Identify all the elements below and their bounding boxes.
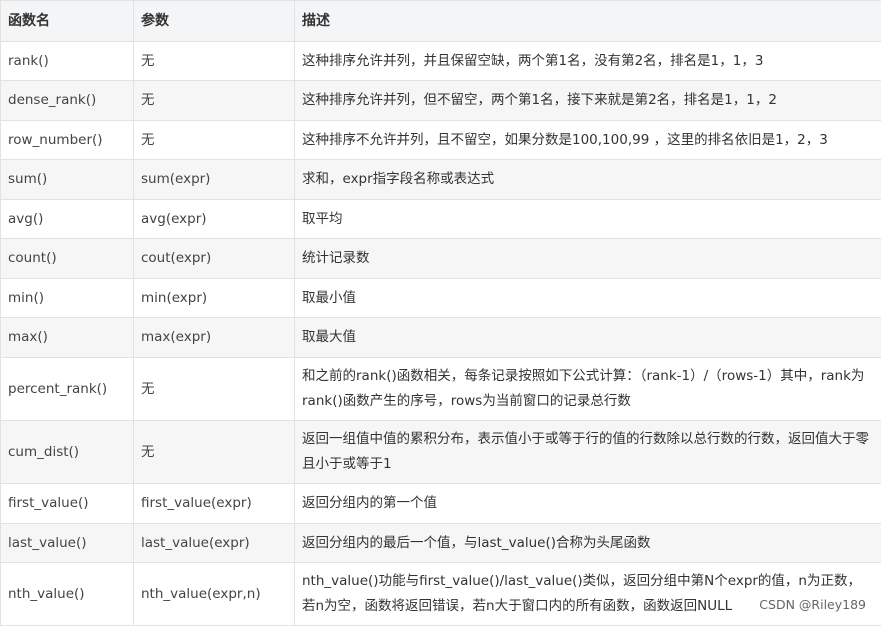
cell-parameters: max(expr) (134, 318, 295, 358)
cell-parameters: last_value(expr) (134, 524, 295, 563)
header-function-name: 函数名 (1, 1, 134, 42)
table-row: min()min(expr)取最小值 (1, 279, 881, 318)
cell-function-name: avg() (1, 200, 134, 239)
table-row: first_value()first_value(expr)返回分组内的第一个值 (1, 484, 881, 524)
cell-description: nth_value()功能与first_value()/last_value()… (295, 563, 881, 626)
cell-function-name: first_value() (1, 484, 134, 524)
table-row: dense_rank()无这种排序允许并列，但不留空，两个第1名，接下来就是第2… (1, 81, 881, 121)
table-row: count()cout(expr)统计记录数 (1, 239, 881, 279)
table-row: nth_value()nth_value(expr,n)nth_value()功… (1, 563, 881, 626)
cell-description: 返回分组内的第一个值 (295, 484, 881, 524)
table-header-row: 函数名 参数 描述 (1, 1, 881, 42)
csdn-watermark: CSDN @Riley189 (757, 597, 868, 613)
cell-parameters: 无 (134, 42, 295, 81)
cell-parameters: avg(expr) (134, 200, 295, 239)
cell-parameters: nth_value(expr,n) (134, 563, 295, 626)
cell-function-name: row_number() (1, 121, 134, 160)
cell-function-name: sum() (1, 160, 134, 200)
cell-function-name: last_value() (1, 524, 134, 563)
cell-function-name: cum_dist() (1, 421, 134, 484)
cell-description: 求和，expr指字段名称或表达式 (295, 160, 881, 200)
cell-function-name: max() (1, 318, 134, 358)
cell-description: 取最小值 (295, 279, 881, 318)
cell-description: 返回一组值中值的累积分布，表示值小于或等于行的值的行数除以总行数的行数，返回值大… (295, 421, 881, 484)
table-body: rank()无这种排序允许并列，并且保留空缺，两个第1名，没有第2名，排名是1，… (1, 42, 881, 626)
cell-function-name: dense_rank() (1, 81, 134, 121)
cell-parameters: 无 (134, 121, 295, 160)
cell-description: 和之前的rank()函数相关，每条记录按照如下公式计算：（rank-1）/（ro… (295, 358, 881, 421)
table-row: max()max(expr)取最大值 (1, 318, 881, 358)
table-row: rank()无这种排序允许并列，并且保留空缺，两个第1名，没有第2名，排名是1，… (1, 42, 881, 81)
cell-parameters: cout(expr) (134, 239, 295, 279)
header-parameters: 参数 (134, 1, 295, 42)
cell-description: 取平均 (295, 200, 881, 239)
cell-description: 这种排序允许并列，并且保留空缺，两个第1名，没有第2名，排名是1，1，3 (295, 42, 881, 81)
window-functions-table: 函数名 参数 描述 rank()无这种排序允许并列，并且保留空缺，两个第1名，没… (0, 0, 881, 626)
table-row: last_value()last_value(expr)返回分组内的最后一个值，… (1, 524, 881, 563)
cell-parameters: 无 (134, 358, 295, 421)
cell-description: 返回分组内的最后一个值，与last_value()合称为头尾函数 (295, 524, 881, 563)
cell-description: 这种排序不允许并列，且不留空，如果分数是100,100,99 ，这里的排名依旧是… (295, 121, 881, 160)
cell-parameters: min(expr) (134, 279, 295, 318)
cell-description: 统计记录数 (295, 239, 881, 279)
cell-description: 这种排序允许并列，但不留空，两个第1名，接下来就是第2名，排名是1，1，2 (295, 81, 881, 121)
table-row: row_number()无这种排序不允许并列，且不留空，如果分数是100,100… (1, 121, 881, 160)
cell-description: 取最大值 (295, 318, 881, 358)
table-row: avg()avg(expr)取平均 (1, 200, 881, 239)
cell-function-name: rank() (1, 42, 134, 81)
cell-parameters: 无 (134, 81, 295, 121)
cell-parameters: first_value(expr) (134, 484, 295, 524)
cell-function-name: nth_value() (1, 563, 134, 626)
cell-function-name: count() (1, 239, 134, 279)
cell-parameters: sum(expr) (134, 160, 295, 200)
cell-function-name: min() (1, 279, 134, 318)
table-row: percent_rank()无和之前的rank()函数相关，每条记录按照如下公式… (1, 358, 881, 421)
cell-parameters: 无 (134, 421, 295, 484)
cell-function-name: percent_rank() (1, 358, 134, 421)
table-row: cum_dist()无返回一组值中值的累积分布，表示值小于或等于行的值的行数除以… (1, 421, 881, 484)
table-row: sum()sum(expr)求和，expr指字段名称或表达式 (1, 160, 881, 200)
header-description: 描述 (295, 1, 881, 42)
